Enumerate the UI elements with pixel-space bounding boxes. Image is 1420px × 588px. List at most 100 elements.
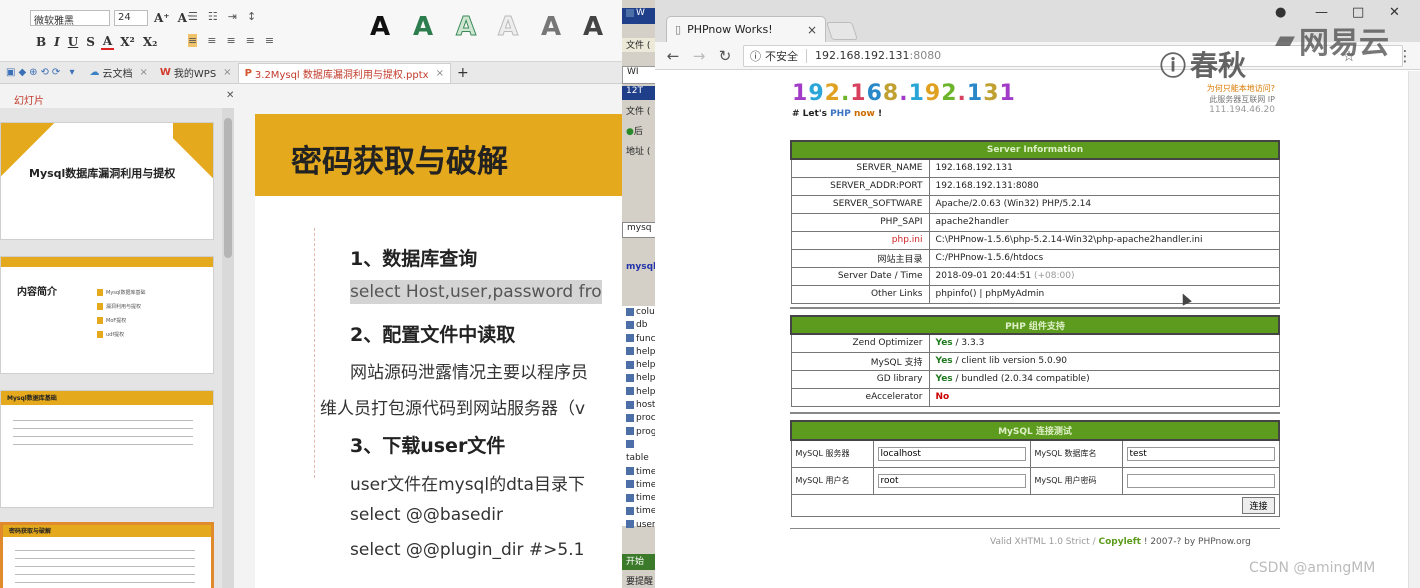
new-tab-button[interactable]: +: [451, 63, 475, 83]
list-item[interactable]: help: [626, 372, 658, 385]
info-icon[interactable]: ⓘ: [750, 48, 761, 64]
text-style-outline-green[interactable]: A: [455, 12, 476, 43]
bullet-list-icon[interactable]: ☰: [188, 10, 198, 23]
strikethrough-button[interactable]: S: [84, 35, 97, 49]
other-links[interactable]: phpinfo() | phpMyAdmin: [928, 284, 1280, 304]
underline-button[interactable]: U: [66, 35, 80, 49]
numbered-list-icon[interactable]: ☷: [208, 10, 218, 23]
slide-thumbnail-2[interactable]: 内容简介 Mysql数据库基础 漏洞利用与提权 MoF提权 udf提权: [0, 256, 214, 374]
strip-tab[interactable]: WI: [622, 66, 658, 84]
row-key: SERVER_ADDR:PORT: [790, 176, 930, 196]
align-right-icon[interactable]: ≡: [226, 34, 235, 47]
grow-font-button[interactable]: A⁺: [152, 11, 172, 25]
strip-field[interactable]: mysq: [622, 222, 658, 238]
list-item[interactable]: user: [626, 519, 658, 532]
superscript-button[interactable]: X²: [118, 35, 137, 49]
list-item[interactable]: time: [626, 505, 658, 518]
php-ini-link[interactable]: php.ini: [790, 230, 930, 250]
list-item[interactable]: help: [626, 346, 658, 359]
mysql-server-cell: [872, 439, 1031, 468]
forward-arrow-icon[interactable]: →: [691, 47, 707, 65]
menu-dots-icon[interactable]: ⋮: [1397, 47, 1413, 65]
xhtml-valid-link[interactable]: Valid XHTML 1.0 Strict: [990, 537, 1090, 547]
section-divider: [790, 307, 1280, 309]
strip-menu2-file[interactable]: 文件 (: [626, 107, 650, 117]
text-style-green[interactable]: A: [413, 12, 433, 42]
list-item[interactable]: proc: [626, 412, 658, 425]
text-style-black[interactable]: A: [370, 12, 390, 42]
close-icon[interactable]: ×: [223, 67, 231, 78]
align-center-icon[interactable]: ≡: [207, 34, 216, 47]
browser-tab-phpnow[interactable]: ▯ PHPnow Works! ×: [666, 16, 826, 42]
toolbar-quick-icons[interactable]: ▣◆⊕⟲⟳ ▾: [0, 63, 83, 83]
reload-icon[interactable]: ↻: [717, 47, 733, 65]
slide-thumbnail-3[interactable]: Mysql数据库基础: [0, 390, 214, 508]
scroll-thumb[interactable]: [224, 118, 232, 258]
slide-canvas[interactable]: 密码获取与破解 1、数据库查询 select Host,user,passwor…: [255, 114, 622, 588]
close-icon[interactable]: ×: [807, 23, 817, 37]
slogan-suffix: !: [874, 109, 883, 119]
phpnow-org-link[interactable]: PHPnow.org: [1198, 537, 1251, 547]
table-row: Zend Optimizer Yes / 3.3.3: [790, 333, 1280, 353]
mysql-server-input[interactable]: [877, 446, 1026, 461]
indent-icon[interactable]: ⇥: [228, 10, 237, 23]
connect-row: 连接: [790, 493, 1280, 517]
bold-button[interactable]: B: [34, 35, 48, 49]
close-icon[interactable]: ✕: [226, 90, 234, 101]
list-item[interactable]: db: [626, 319, 658, 332]
strip-start-button[interactable]: 开始: [622, 554, 658, 570]
font-color-button[interactable]: A: [100, 34, 115, 50]
slide-thumbnail-1[interactable]: Mysql数据库漏洞利用与提权: [0, 122, 214, 240]
back-arrow-icon[interactable]: ←: [665, 47, 681, 65]
page-scrollbar[interactable]: [1408, 71, 1420, 588]
strip-back[interactable]: ●后: [622, 124, 658, 138]
thumbnail-item: 漏洞利用与提权: [97, 303, 141, 310]
mysql-user-input[interactable]: [877, 473, 1026, 488]
justify-icon[interactable]: ≡: [246, 34, 255, 47]
new-tab-button[interactable]: [826, 22, 858, 40]
subscript-button[interactable]: X₂: [141, 35, 160, 49]
close-icon[interactable]: ×: [436, 68, 444, 79]
thumbnail-scrollbar[interactable]: [222, 108, 234, 588]
tab-cloud-docs[interactable]: ☁ 云文档 ×: [83, 63, 153, 83]
list-item[interactable]: time: [626, 492, 658, 505]
text-style-gray[interactable]: A: [541, 12, 561, 42]
font-size-select[interactable]: 24: [114, 10, 148, 26]
align-left-icon[interactable]: ≡: [188, 34, 198, 47]
table-row: PHP_SAPI apache2handler: [790, 212, 1280, 232]
thumb-text-lines: [15, 545, 195, 585]
strip-menu-file[interactable]: 文件 (: [626, 41, 650, 51]
close-icon[interactable]: ×: [139, 67, 147, 78]
line-spacing-icon[interactable]: ↕: [247, 10, 256, 23]
list-item[interactable]: help: [626, 386, 658, 399]
strip-link[interactable]: mysql: [622, 262, 658, 276]
text-style-light[interactable]: A: [497, 12, 518, 43]
list-item[interactable]: time: [626, 479, 658, 492]
list-item[interactable]: time: [626, 466, 658, 479]
text-style-dark[interactable]: A: [583, 12, 603, 42]
list-item[interactable]: help: [626, 359, 658, 372]
connect-button[interactable]: 连接: [1242, 496, 1275, 514]
font-name-select[interactable]: 微软雅黑: [30, 10, 110, 27]
list-item[interactable]: colu: [626, 306, 658, 319]
strip-status-label: 要提醒: [626, 577, 654, 587]
slide-thumbnail-4-selected[interactable]: 密码获取与破解: [0, 522, 214, 588]
list-item[interactable]: table: [626, 439, 658, 466]
distribute-icon[interactable]: ≡: [265, 34, 274, 47]
close-window-button[interactable]: ✕: [1389, 5, 1400, 20]
mysql-db-input[interactable]: [1126, 446, 1275, 461]
list-item[interactable]: func: [626, 333, 658, 346]
section-divider: [790, 528, 1280, 529]
list-item[interactable]: host: [626, 399, 658, 412]
mysql-password-input[interactable]: [1126, 473, 1275, 488]
why-local-only-link[interactable]: 为何只能本地访问?: [1175, 83, 1275, 94]
tab-pptx-document[interactable]: P 3.2Mysql 数据库漏洞利用与提权.pptx ×: [237, 62, 451, 83]
tab-my-wps[interactable]: W 我的WPS ×: [154, 63, 238, 83]
copyleft-link[interactable]: Copyleft: [1098, 537, 1141, 547]
italic-button[interactable]: I: [52, 35, 62, 49]
list-item[interactable]: prog: [626, 426, 658, 439]
url-host: 192.168.192.131: [815, 49, 910, 62]
slide-line-source-leak: 网站源码泄露情况主要以程序员: [350, 363, 588, 383]
cloud-icon: ☁: [89, 67, 100, 78]
text-box-edge: [314, 228, 315, 478]
